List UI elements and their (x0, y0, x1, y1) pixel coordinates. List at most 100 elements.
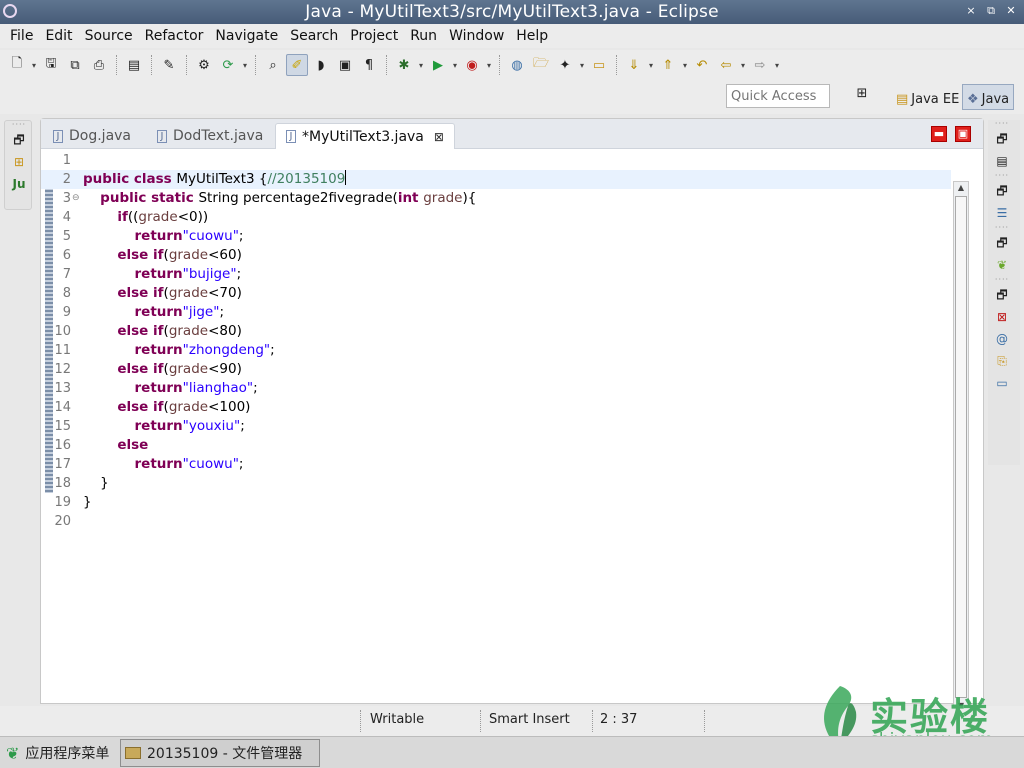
restore-icon[interactable]: 🗗 (5, 129, 33, 151)
code-line[interactable]: 15 return"youxiu"; (41, 417, 951, 436)
menu-search[interactable]: Search (284, 28, 344, 44)
open-folder-icon[interactable]: 🗁 (530, 54, 552, 76)
wand-dropdown-icon[interactable]: ▾ (578, 61, 586, 70)
refresh-dropdown-icon[interactable]: ▾ (241, 61, 249, 70)
declaration-icon[interactable]: ⎘ (988, 350, 1016, 372)
menu-edit[interactable]: Edit (39, 28, 78, 44)
code-line[interactable]: 1 (41, 151, 951, 170)
task-list-icon[interactable]: ☰ (988, 202, 1016, 224)
vertical-scrollbar[interactable]: ▲ ▼ (953, 181, 969, 713)
code-editor[interactable]: 1 2 public class MyUtilText3 {//20135109 3 ⊖… (41, 149, 983, 731)
menu-window[interactable]: Window (443, 28, 510, 44)
console-icon[interactable]: ▭ (988, 372, 1016, 394)
code-line[interactable]: 5 return"cuowu"; (41, 227, 951, 246)
menu-refactor[interactable]: Refactor (139, 28, 210, 44)
pin-icon[interactable]: ✎ (158, 54, 180, 76)
new-icon[interactable]: 🗋 (6, 54, 28, 76)
back-dropdown-icon[interactable]: ▾ (739, 61, 747, 70)
open-perspective-icon[interactable]: ⊞ (852, 86, 872, 106)
close-tab-icon[interactable]: ⊠ (434, 130, 444, 144)
forward-dropdown-icon[interactable]: ▾ (773, 61, 781, 70)
hierarchy-icon[interactable]: ⊞ (5, 151, 33, 173)
maximize-editor-icon[interactable]: ▣ (955, 126, 971, 142)
restore-icon[interactable]: 🗗 (988, 180, 1016, 202)
code-line[interactable]: 4 if((grade<0)) (41, 208, 951, 227)
tab-dodtext-java[interactable]: J DodText.java (147, 123, 273, 149)
restore-icon[interactable]: 🗗 (988, 232, 1016, 254)
code-line[interactable]: 17 return"cuowu"; (41, 455, 951, 474)
mark-icon[interactable]: ◗ (310, 54, 332, 76)
build-icon[interactable]: ⚙ (193, 54, 215, 76)
refresh-icon[interactable]: ⟳ (217, 54, 239, 76)
scroll-up-icon[interactable]: ▲ (954, 182, 968, 194)
new-dropdown-icon[interactable]: ▾ (30, 61, 38, 70)
taskbar-file-manager[interactable]: 20135109 - 文件管理器 (120, 739, 320, 767)
code-line[interactable]: 14 else if(grade<100) (41, 398, 951, 417)
code-line[interactable]: 12 else if(grade<90) (41, 360, 951, 379)
perspective-java[interactable]: ❖ Java (962, 84, 1015, 110)
debug-dropdown-icon[interactable]: ▾ (417, 61, 425, 70)
code-line[interactable]: 9 return"jige"; (41, 303, 951, 322)
next-annotation-icon[interactable]: ⇓ (623, 54, 645, 76)
restore-icon[interactable]: 🗗 (988, 128, 1016, 150)
minimize-window-icon[interactable]: × (964, 4, 978, 18)
code-line[interactable]: 18 } (41, 474, 951, 493)
forward-icon[interactable]: ⇨ (749, 54, 771, 76)
save-icon[interactable]: 🖫 (40, 54, 62, 76)
highlight-icon[interactable]: ✐ (286, 54, 308, 76)
restore-icon[interactable]: 🗗 (988, 284, 1016, 306)
binary-icon[interactable]: ▤ (123, 54, 145, 76)
prev-annotation-dropdown-icon[interactable]: ▾ (681, 61, 689, 70)
insert-mode-status[interactable]: Smart Insert (489, 712, 570, 727)
code-line[interactable]: 8 else if(grade<70) (41, 284, 951, 303)
trim-handle[interactable]: ···· (988, 224, 1016, 232)
javadoc-icon[interactable]: @ (988, 328, 1016, 350)
leaf-icon[interactable]: ❦ (988, 254, 1016, 276)
code-line[interactable]: 6 else if(grade<60) (41, 246, 951, 265)
menu-navigate[interactable]: Navigate (209, 28, 284, 44)
trim-handle[interactable]: ···· (988, 120, 1016, 128)
trim-handle[interactable]: ···· (5, 121, 33, 129)
code-line[interactable]: 20 (41, 512, 951, 531)
tab-dog-java[interactable]: J Dog.java (43, 123, 141, 149)
open-task-icon[interactable]: ▭ (588, 54, 610, 76)
search-next-icon[interactable]: ⌕ (262, 54, 284, 76)
run-ext-icon[interactable]: ◉ (461, 54, 483, 76)
code-line[interactable]: 3 ⊖ public static String percentage2fiveg… (41, 189, 951, 208)
next-annotation-dropdown-icon[interactable]: ▾ (647, 61, 655, 70)
code-line[interactable]: 11 return"zhongdeng"; (41, 341, 951, 360)
tab-myutiltext3-java[interactable]: J *MyUtilText3.java ⊠ (275, 123, 455, 149)
code-line[interactable]: 13 return"lianghao"; (41, 379, 951, 398)
outline-icon[interactable]: ▤ (988, 150, 1016, 172)
scroll-thumb[interactable] (955, 196, 967, 698)
debug-icon[interactable]: ✱ (393, 54, 415, 76)
last-edit-icon[interactable]: ↶ (691, 54, 713, 76)
whitespace-icon[interactable]: ¶ (358, 54, 380, 76)
run-ext-dropdown-icon[interactable]: ▾ (485, 61, 493, 70)
menu-project[interactable]: Project (344, 28, 404, 44)
run-dropdown-icon[interactable]: ▾ (451, 61, 459, 70)
wand-icon[interactable]: ✦ (554, 54, 576, 76)
code-line[interactable]: 2 public class MyUtilText3 {//20135109 (41, 170, 951, 189)
menu-source[interactable]: Source (79, 28, 139, 44)
menu-run[interactable]: Run (404, 28, 443, 44)
code-line[interactable]: 10 else if(grade<80) (41, 322, 951, 341)
perspective-java-ee[interactable]: ▤ Java EE (892, 84, 963, 110)
menu-file[interactable]: File (4, 28, 39, 44)
minimize-editor-icon[interactable]: ▬ (931, 126, 947, 142)
restore-window-icon[interactable]: ⧉ (984, 4, 998, 18)
print-icon[interactable]: ⎙ (88, 54, 110, 76)
close-window-icon[interactable]: ✕ (1004, 4, 1018, 18)
trim-handle[interactable]: ···· (988, 276, 1016, 284)
code-line[interactable]: 16 else (41, 436, 951, 455)
fold-toggle-icon[interactable]: ⊖ (72, 189, 80, 208)
trim-handle[interactable]: ···· (988, 172, 1016, 180)
prev-annotation-icon[interactable]: ⇑ (657, 54, 679, 76)
open-type-icon[interactable]: ◍ (506, 54, 528, 76)
back-icon[interactable]: ⇦ (715, 54, 737, 76)
block-icon[interactable]: ▣ (334, 54, 356, 76)
quick-access-input[interactable] (726, 84, 830, 108)
save-all-icon[interactable]: ⧉ (64, 54, 86, 76)
code-line[interactable]: 19} (41, 493, 951, 512)
run-icon[interactable]: ▶ (427, 54, 449, 76)
